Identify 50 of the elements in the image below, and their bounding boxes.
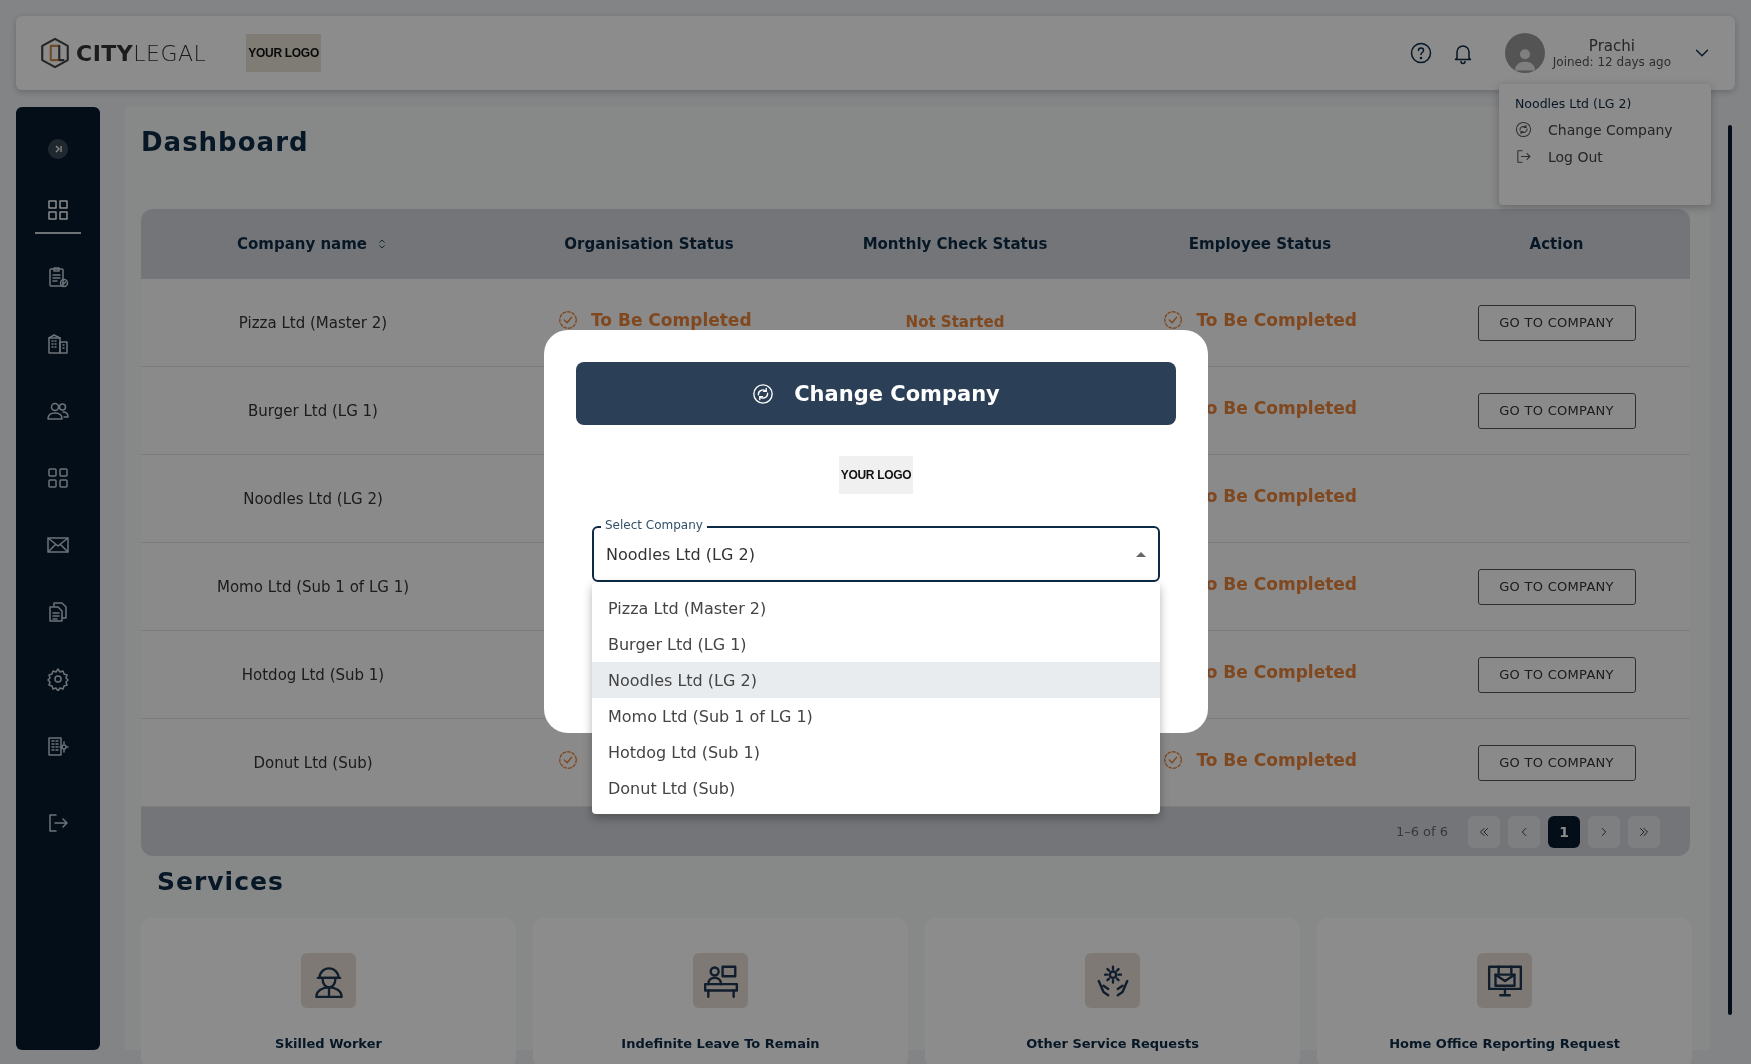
section-title: Services (157, 867, 284, 896)
service-card[interactable]: Other Service Requests (925, 918, 1300, 1064)
company-select[interactable]: Select Company Noodles Ltd (LG 2) (592, 517, 1160, 582)
company-name: Momo Ltd (Sub 1 of LG 1) (215, 577, 411, 596)
service-card[interactable]: Home Office Reporting Request (1317, 918, 1692, 1064)
option[interactable]: Noodles Ltd (LG 2) (592, 662, 1160, 698)
column-header: Action (1529, 235, 1584, 253)
service-label: Home Office Reporting Request (1389, 1036, 1620, 1051)
column-header: Employee Status (1188, 235, 1332, 253)
company-name: Noodles Ltd (LG 2) (242, 489, 384, 508)
service-label: Indefinite Leave To Remain (621, 1036, 820, 1051)
service-card[interactable]: Skilled Worker (141, 918, 516, 1064)
go-to-company-button[interactable]: GO TO COMPANY (1477, 568, 1636, 605)
current-company: Noodles Ltd (LG 2) (1515, 96, 1633, 111)
field-value: Noodles Ltd (LG 2) (606, 544, 756, 564)
company-name: Burger Ltd (LG 1) (247, 401, 379, 420)
option[interactable]: Donut Ltd (Sub) (592, 770, 1160, 806)
column-header[interactable]: Company name (236, 235, 368, 253)
option[interactable]: Burger Ltd (LG 1) (592, 626, 1160, 662)
status-label: To Be Completed (1196, 309, 1357, 330)
go-to-company-button[interactable]: GO TO COMPANY (1477, 304, 1636, 341)
status-label: Not Started (905, 312, 1005, 331)
company-name: Pizza Ltd (Master 2) (237, 313, 389, 332)
column-header: Monthly Check Status (862, 235, 1048, 253)
app-logo: CITYLEGAL (76, 40, 207, 66)
page-button[interactable]: 1 (1548, 815, 1580, 848)
company-logo: YOUR LOGO (838, 456, 914, 494)
company-logo: YOUR LOGO (246, 34, 321, 72)
status-label: To Be Completed (591, 309, 752, 330)
service-label: Skilled Worker (275, 1036, 382, 1051)
status-label: To Be Completed (1196, 749, 1357, 770)
user-name: Prachi (1588, 37, 1635, 55)
option[interactable]: Pizza Ltd (Master 2) (592, 590, 1160, 626)
menu-item[interactable]: Log Out (1515, 148, 1695, 165)
go-to-company-button[interactable]: GO TO COMPANY (1477, 656, 1636, 693)
dialog-title: Change Company (794, 381, 1000, 406)
page-range: 1–6 of 6 (1395, 824, 1448, 839)
go-to-company-button[interactable]: GO TO COMPANY (1477, 392, 1636, 429)
join-date: Joined: 12 days ago (1552, 55, 1671, 69)
page-title: Dashboard (141, 127, 309, 157)
option[interactable]: Hotdog Ltd (Sub 1) (592, 734, 1160, 770)
column-header: Organisation Status (564, 235, 734, 253)
option[interactable]: Momo Ltd (Sub 1 of LG 1) (592, 698, 1160, 734)
company-name: Donut Ltd (Sub) (252, 753, 374, 772)
service-label: Other Service Requests (1026, 1036, 1199, 1051)
menu-item[interactable]: Change Company (1515, 121, 1695, 138)
field-label: Select Company (601, 517, 707, 533)
go-to-company-button[interactable]: GO TO COMPANY (1477, 744, 1636, 781)
company-name: Hotdog Ltd (Sub 1) (240, 665, 386, 684)
service-card[interactable]: Indefinite Leave To Remain (533, 918, 908, 1064)
